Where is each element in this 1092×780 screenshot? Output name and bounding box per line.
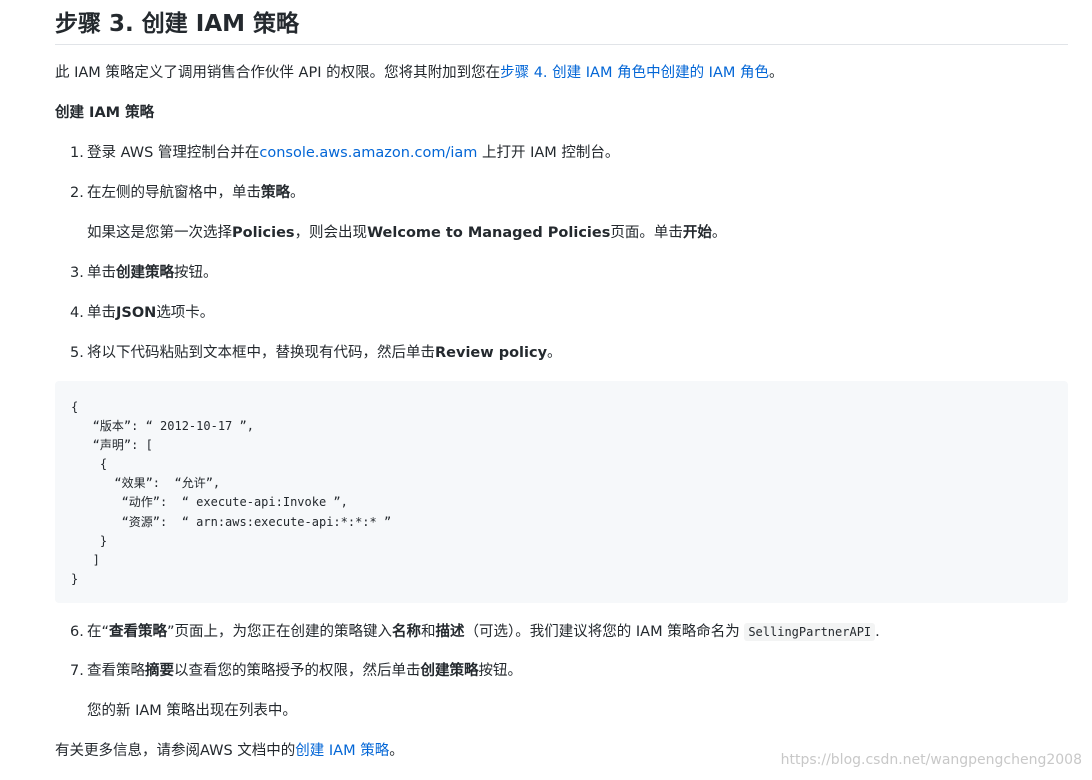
note-text: ，则会出现 — [294, 225, 368, 241]
step-6: 6. 在“查看策略”页面上，为您正在创建的策略键入名称和描述（可选）。我们建议将您… — [70, 622, 880, 642]
note-emphasis: 开始 — [682, 225, 712, 241]
page-title: 步骤 3. 创建 IAM 策略 — [55, 0, 1068, 45]
step4-link[interactable]: 步骤 4. 创建 IAM 角色中创建的 IAM 角色 — [500, 65, 769, 81]
step-emphasis: 摘要 — [145, 663, 174, 679]
step-number: 1. — [70, 145, 84, 161]
step-4: 4. 单击JSON选项卡。 — [70, 303, 214, 323]
watermark: https://blog.csdn.net/wangpengcheng2008 — [780, 752, 1082, 768]
create-iam-policy-link[interactable]: 创建 IAM 策略 — [295, 743, 389, 759]
footer-text: 有关更多信息，请参阅AWS 文档中的 — [55, 743, 296, 759]
step-number: 7. — [70, 663, 84, 679]
step-text: 。 — [290, 185, 305, 201]
step-2-note: 如果这是您第一次选择Policies，则会出现Welcome to Manage… — [87, 223, 726, 243]
intro-suffix: 。 — [769, 65, 784, 81]
subheading: 创建 IAM 策略 — [55, 105, 155, 121]
note-text: 。 — [711, 225, 727, 241]
step-text: 按钮。 — [174, 265, 218, 281]
step-text: 单击 — [87, 265, 116, 281]
step-1: 1. 登录 AWS 管理控制台并在console.aws.amazon.com/i… — [70, 143, 619, 163]
step-number: 5. — [70, 345, 84, 361]
step-7: 7. 查看策略摘要以查看您的策略授予的权限，然后单击创建策略按钮。 — [70, 661, 522, 681]
step-text: 。 — [547, 345, 562, 361]
step-emphasis: JSON — [116, 305, 157, 321]
step-text: 以查看您的策略授予的权限，然后单击 — [174, 663, 421, 679]
step-text: ”页面上，为您正在创建的策略键入 — [167, 624, 393, 640]
step-7-note: 您的新 IAM 策略出现在列表中。 — [87, 703, 297, 719]
step-text: 在左侧的导航窗格中，单击 — [87, 185, 261, 201]
step-text: 将以下代码粘贴到文本框中，替换现有代码，然后单击 — [87, 345, 435, 361]
note-emphasis: Policies — [232, 225, 295, 241]
note-text: 页面。单击 — [610, 225, 683, 241]
step-text: 上打开 IAM 控制台。 — [477, 145, 620, 161]
note-text: 如果这是您第一次选择 — [87, 225, 232, 241]
step-text: 选项卡。 — [156, 305, 215, 321]
step-text: 登录 AWS 管理控制台并在 — [87, 145, 260, 161]
document: 步骤 3. 创建 IAM 策略 此 IAM 策略定义了调用销售合作伙伴 API … — [55, 0, 1068, 759]
step-3: 3. 单击创建策略按钮。 — [70, 263, 218, 283]
intro-text: 此 IAM 策略定义了调用销售合作伙伴 API 的权限。您将其附加到您在 — [55, 65, 501, 81]
policy-code-block[interactable]: { “版本”: “ 2012-10-17 ”, “声明”: [ { “效果”: … — [55, 381, 1068, 603]
step-text: 按钮。 — [478, 663, 523, 679]
step-number: 4. — [70, 305, 84, 321]
step-2: 2. 在左侧的导航窗格中，单击策略。 — [70, 183, 305, 203]
step-emphasis: 创建策略 — [116, 265, 174, 281]
step-emphasis: 描述 — [435, 624, 465, 640]
step-emphasis: 查看策略 — [109, 624, 168, 640]
step-number: 3. — [70, 265, 84, 281]
step-text: 和 — [421, 624, 436, 640]
step-number: 2. — [70, 185, 84, 201]
step-emphasis: 策略 — [261, 185, 290, 201]
iam-console-link[interactable]: console.aws.amazon.com/iam — [259, 145, 477, 161]
step-emphasis: 名称 — [392, 624, 422, 640]
step-5: 5. 将以下代码粘贴到文本框中，替换现有代码，然后单击Review policy。 — [70, 343, 562, 363]
step-number: 6. — [70, 624, 84, 640]
policy-name-code: SellingPartnerAPI — [744, 623, 876, 641]
step-text: 查看策略 — [87, 663, 145, 679]
step-emphasis: Review policy — [435, 345, 548, 361]
note-emphasis: Welcome to Managed Policies — [367, 225, 611, 241]
step-emphasis: 创建策略 — [420, 663, 479, 679]
step-text: 单击 — [87, 305, 116, 321]
footer-paragraph: 有关更多信息，请参阅AWS 文档中的创建 IAM 策略。 — [55, 741, 404, 761]
footer-text: 。 — [389, 743, 404, 759]
step-text: 在“ — [87, 624, 110, 640]
step-text: . — [875, 624, 880, 640]
step-text: （可选）。我们建议将您的 IAM 策略命名为 — [464, 624, 745, 640]
intro-paragraph: 此 IAM 策略定义了调用销售合作伙伴 API 的权限。您将其附加到您在步骤 4… — [55, 63, 784, 83]
